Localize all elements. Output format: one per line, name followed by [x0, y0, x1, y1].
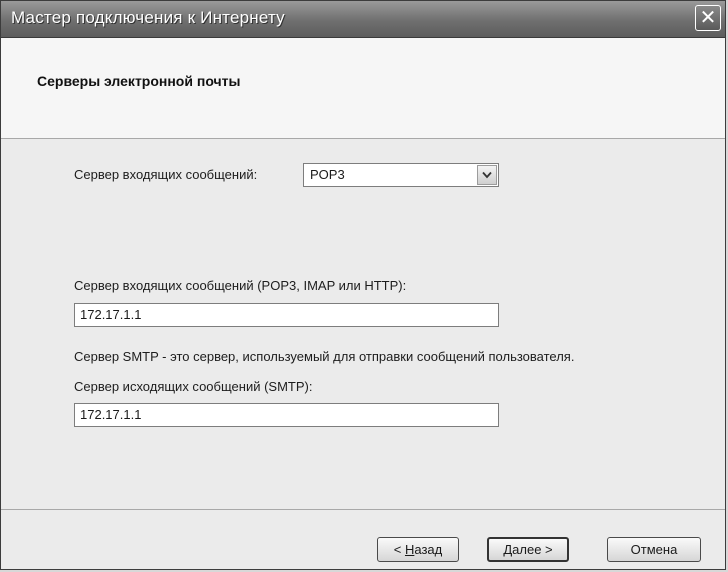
- back-button-prefix: <: [393, 542, 405, 557]
- page-title: Серверы электронной почты: [37, 73, 241, 89]
- wizard-footer: < Назад Далее > Отмена: [1, 509, 725, 569]
- next-button-label: алее: [512, 542, 542, 557]
- cancel-button-label: Отмена: [630, 542, 678, 557]
- outgoing-server-label: Сервер исходящих сообщений (SMTP):: [74, 379, 313, 394]
- incoming-type-label: Сервер входящих сообщений:: [74, 167, 258, 182]
- close-icon: ✕: [699, 7, 717, 29]
- cancel-button[interactable]: Отмена: [607, 537, 701, 562]
- incoming-server-label: Сервер входящих сообщений (POP3, IMAP ил…: [74, 278, 407, 293]
- incoming-server-value: 172.17.1.1: [80, 307, 142, 322]
- wizard-window: Мастер подключения к Интернету ✕ Серверы…: [0, 0, 726, 570]
- next-button[interactable]: Далее >: [487, 537, 569, 562]
- wizard-content: Сервер входящих сообщений: POP3 Сервер в…: [1, 139, 725, 509]
- title-bar[interactable]: Мастер подключения к Интернету ✕: [1, 1, 725, 38]
- back-button-label: азад: [414, 542, 443, 557]
- outgoing-server-value: 172.17.1.1: [80, 407, 142, 422]
- back-button-hotkey: Н: [404, 542, 415, 557]
- next-button-hotkey: Д: [503, 542, 513, 557]
- dropdown-arrow-button[interactable]: [477, 165, 497, 185]
- wizard-header: Серверы электронной почты: [1, 38, 725, 139]
- incoming-server-type-select[interactable]: POP3: [303, 163, 499, 187]
- smtp-note: Сервер SMTP - это сервер, используемый д…: [74, 349, 575, 364]
- chevron-down-icon: [482, 171, 492, 179]
- incoming-server-input[interactable]: 172.17.1.1: [74, 303, 499, 327]
- next-button-suffix: >: [541, 542, 553, 557]
- back-button[interactable]: < Назад: [377, 537, 459, 562]
- window-title: Мастер подключения к Интернету: [11, 8, 285, 27]
- close-button[interactable]: ✕: [695, 5, 721, 31]
- outgoing-server-input[interactable]: 172.17.1.1: [74, 403, 499, 427]
- incoming-server-type-value: POP3: [310, 167, 345, 182]
